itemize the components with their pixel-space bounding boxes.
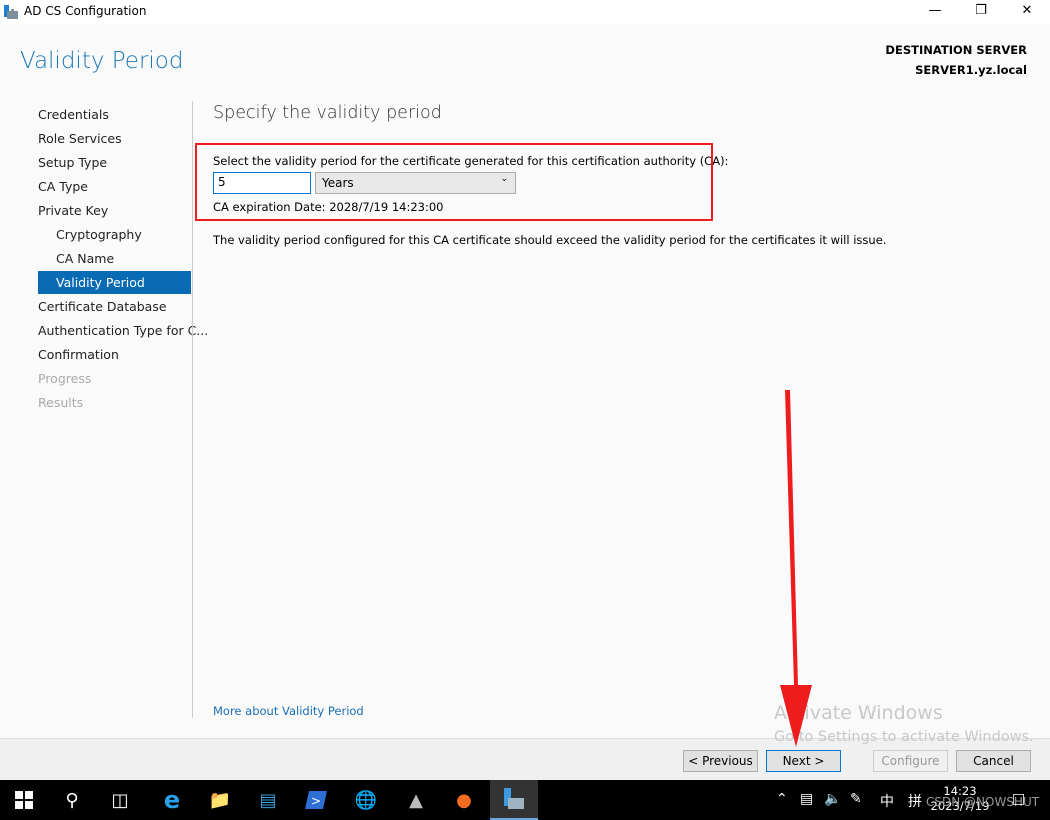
previous-button[interactable]: < Previous [683, 750, 758, 772]
task-view-icon[interactable]: ◫ [96, 780, 144, 820]
pen-icon[interactable]: ✎ [850, 791, 862, 807]
nav-item-validity-period[interactable]: Validity Period [56, 271, 145, 295]
ime-pinyin-indicator[interactable]: 拼 [908, 791, 922, 811]
start-windows-icon[interactable] [0, 780, 48, 820]
nav-item-private-key[interactable]: Private Key [38, 199, 108, 223]
ime-chinese-indicator[interactable]: 中 [880, 791, 894, 811]
nav-item-role-services[interactable]: Role Services [38, 127, 122, 151]
configure-button: Configure [873, 750, 948, 772]
firefox-icon[interactable]: ● [440, 780, 488, 820]
network-server-icon[interactable]: 🌐 [342, 780, 390, 820]
destination-server-name: SERVER1.yz.local [915, 63, 1027, 77]
nav-item-results: Results [38, 395, 84, 410]
internet-explorer-icon[interactable]: e [148, 780, 196, 820]
network-hierarchy-icon[interactable]: ▲ [392, 780, 440, 820]
title-bar: AD CS Configuration — ❐ ✕ [0, 0, 1050, 24]
window-title: AD CS Configuration [24, 4, 147, 18]
validity-note: The validity period configured for this … [213, 233, 887, 247]
adcs-taskbar-icon[interactable] [490, 780, 538, 820]
wizard-body [0, 24, 1050, 738]
svg-text:>: > [311, 794, 321, 808]
annotation-highlight-box [195, 143, 713, 221]
cancel-button[interactable]: Cancel [956, 750, 1031, 772]
powershell-icon[interactable]: > [292, 780, 340, 820]
restore-button[interactable]: ❐ [958, 0, 1004, 24]
destination-server: DESTINATION SERVER SERVER1.yz.local [885, 40, 1027, 80]
section-heading: Specify the validity period [213, 103, 442, 123]
nav-item-cryptography[interactable]: Cryptography [56, 223, 142, 247]
annotation-arrow [780, 390, 812, 747]
nav-item-progress: Progress [38, 371, 92, 386]
more-about-link[interactable]: More about Validity Period [213, 704, 364, 718]
page-title: Validity Period [20, 48, 184, 74]
server-manager-icon[interactable]: ▤ [244, 780, 292, 820]
next-button[interactable]: Next > [766, 750, 841, 772]
nav-divider [192, 101, 193, 718]
tray-chevron-up-icon[interactable]: ⌃ [776, 791, 788, 807]
nav-item-ca-type[interactable]: CA Type [38, 175, 88, 199]
search-icon[interactable]: ⚲ [48, 780, 96, 820]
volume-muted-icon[interactable]: 🔈 [824, 791, 841, 807]
nav-item-setup-type[interactable]: Setup Type [38, 151, 107, 175]
nav-item-confirmation[interactable]: Confirmation [38, 343, 119, 367]
file-explorer-icon[interactable]: 📁 [196, 780, 244, 820]
network-icon[interactable]: ▤ [800, 791, 813, 807]
nav-item-credentials[interactable]: Credentials [38, 103, 109, 127]
nav-item-certificate-database[interactable]: Certificate Database [38, 295, 167, 319]
minimize-button[interactable]: — [912, 0, 958, 24]
notification-icon[interactable]: □ [1012, 791, 1025, 807]
close-button[interactable]: ✕ [1004, 0, 1050, 24]
nav-item-ca-name[interactable]: CA Name [56, 247, 114, 271]
nav-item-authentication-type[interactable]: Authentication Type for C... [38, 319, 208, 343]
adcs-app-icon [4, 5, 18, 19]
destination-label: DESTINATION SERVER [885, 43, 1027, 57]
